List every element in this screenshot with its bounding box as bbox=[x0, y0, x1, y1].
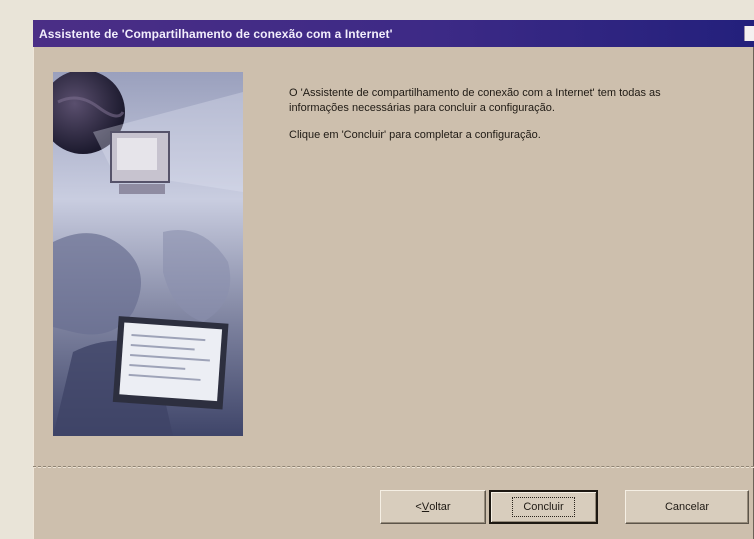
finish-instruction-text: Clique em 'Concluir' para completar a co… bbox=[289, 129, 541, 141]
close-button-icon[interactable] bbox=[744, 26, 754, 41]
back-label: oltar bbox=[429, 501, 451, 513]
finish-label: Concluir bbox=[512, 497, 575, 517]
back-button[interactable]: < V oltar bbox=[380, 490, 486, 524]
wizard-message: O 'Assistente de compartilhamento de con… bbox=[289, 86, 719, 155]
title-bar[interactable]: Assistente de 'Compartilhamento de conex… bbox=[33, 20, 754, 47]
completion-text: O 'Assistente de compartilhamento de con… bbox=[289, 87, 661, 114]
computer-illustration-icon bbox=[53, 72, 243, 436]
window-title: Assistente de 'Compartilhamento de conex… bbox=[39, 26, 393, 41]
wizard-illustration bbox=[53, 72, 243, 436]
finish-button[interactable]: Concluir bbox=[489, 490, 598, 524]
cancel-button[interactable]: Cancelar bbox=[625, 490, 749, 524]
cancel-label: Cancelar bbox=[664, 501, 710, 513]
wizard-dialog: Assistente de 'Compartilhamento de conex… bbox=[33, 20, 754, 539]
back-accelerator: V bbox=[421, 501, 430, 513]
separator-line bbox=[33, 466, 754, 468]
